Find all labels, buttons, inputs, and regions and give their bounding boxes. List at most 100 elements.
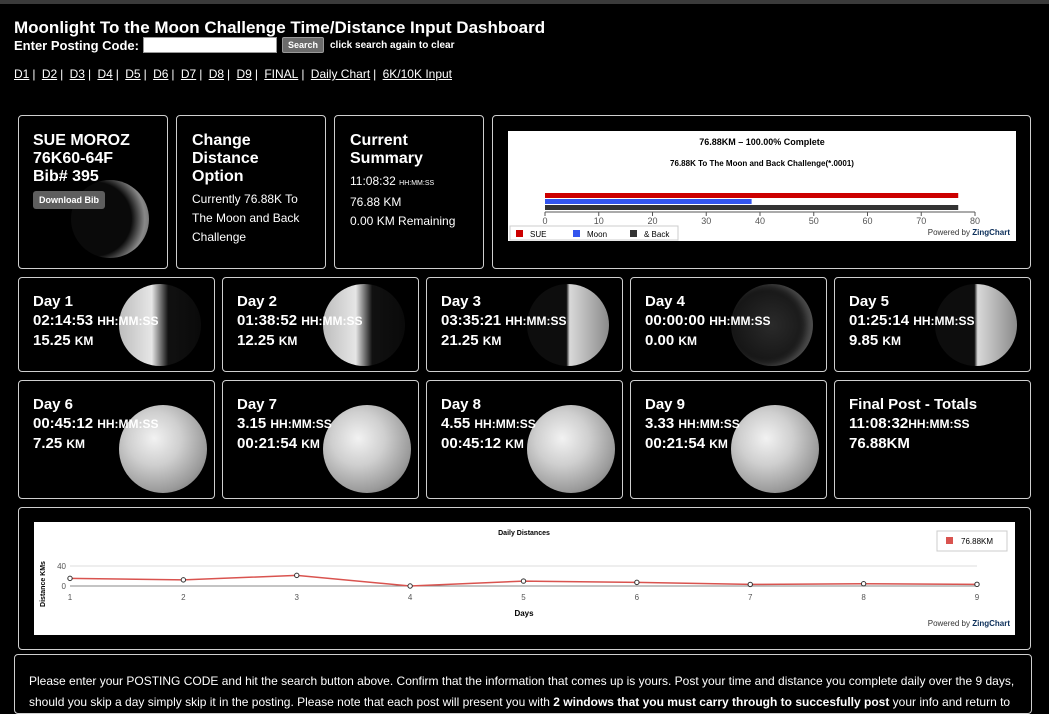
progress-tick-label: 30 (701, 216, 711, 226)
final-distance: 76.88KM (849, 435, 910, 452)
day-label: Day 9 (645, 396, 686, 413)
daily-data-point (747, 581, 753, 588)
day-unit-2: KM (882, 334, 902, 348)
nav-link-d6[interactable]: D6 (153, 67, 168, 81)
distance-option-panel[interactable]: Change Distance Option Currently 76.88K … (176, 115, 326, 269)
moon-phase-image (731, 405, 819, 493)
day-value-1: 00:00:00 (645, 312, 706, 329)
nav-link-d7[interactable]: D7 (181, 67, 196, 81)
daily-xtick-label: 1 (68, 593, 73, 602)
summary-distance: 76.88 KM (350, 195, 402, 209)
day-unit-2: KM (482, 334, 502, 348)
daily-legend-label: 76.88KM (961, 537, 993, 546)
day-value-1: 01:25:14 (849, 312, 910, 329)
progress-chart-subtitle: 76.88K To The Moon and Back Challenge(*.… (670, 159, 854, 168)
progress-legend-label: Moon (587, 230, 607, 239)
search-button[interactable]: Search (281, 37, 324, 53)
progress-tick-label: 0 (542, 216, 547, 226)
day-value-2: 00:21:54 (237, 435, 298, 452)
daily-legend-swatch (946, 537, 953, 544)
nav-link-final[interactable]: FINAL (264, 67, 298, 81)
top-bar (0, 0, 1049, 4)
progress-legend-swatch (573, 230, 580, 237)
download-bib-button[interactable]: Download Bib (33, 191, 105, 209)
day-unit-1: HH:MM:SS (97, 417, 159, 431)
day-unit-2: KM (709, 437, 728, 451)
day-value-1: 4.55 (441, 415, 471, 432)
search-hint: click search again to clear (329, 39, 455, 51)
summary-time-unit: HH:MM:SS (399, 180, 435, 187)
summary-remaining: 0.00 KM Remaining (350, 214, 456, 228)
progress-tick-label: 80 (970, 216, 980, 226)
day-label: Day 4 (645, 293, 686, 310)
day-value-2: 12.25 (237, 332, 275, 349)
daily-chart-ylabel: Distance KMs (40, 561, 47, 607)
progress-bar-chart: 76.88KM – 100.00% Complete 76.88K To The… (509, 137, 980, 241)
daily-data-point (974, 581, 980, 588)
nav-link-d8[interactable]: D8 (209, 67, 224, 81)
daily-data-point (520, 578, 527, 584)
day-label: Day 3 (441, 293, 482, 310)
day-value-2: 7.25 (33, 435, 63, 452)
daily-line-chart: Daily Distances Days Distance KMs 0 40 1 2 3… (40, 530, 1008, 618)
day-panel-8[interactable]: Day 8 4.55 HH:MM:SS 00:45:12 KM (426, 380, 623, 499)
day-unit-1: HH:MM:SS (474, 417, 536, 431)
nav-link-d2[interactable]: D2 (42, 67, 57, 81)
day-unit-1: HH:MM:SS (301, 314, 363, 328)
day-panel-2[interactable]: Day 2 01:38:52 HH:MM:SS 12.25 KM (222, 277, 419, 372)
day-unit-1: HH:MM:SS (270, 417, 332, 431)
day-panel-3[interactable]: Day 3 03:35:21 HH:MM:SS 21.25 KM (426, 277, 623, 372)
nav-link-d5[interactable]: D5 (125, 67, 140, 81)
daily-xtick-label: 7 (748, 593, 753, 602)
runner-code: 76K60-64F (33, 150, 114, 167)
posting-code-row: Enter Posting Code: Search click search … (14, 37, 455, 53)
day-label: Day 5 (849, 293, 890, 310)
day-panel-4[interactable]: Day 4 00:00:00 HH:MM:SS 0.00 KM (630, 277, 827, 372)
daily-ytick-label: 0 (62, 582, 67, 591)
day-panel-9[interactable]: Day 9 3.33 HH:MM:SS 00:21:54 KM (630, 380, 827, 499)
day-value-1: 00:45:12 (33, 415, 94, 432)
progress-chart-panel: 76.88KM – 100.00% Complete 76.88K To The… (492, 115, 1031, 269)
nav-link-d1[interactable]: D1 (14, 67, 29, 81)
summary-time: 11:08:32 (350, 174, 396, 188)
progress-tick-label: 60 (862, 216, 872, 226)
progress-bar-2 (545, 199, 752, 204)
day-panel-5[interactable]: Day 5 01:25:14 HH:MM:SS 9.85 KM (834, 277, 1031, 372)
daily-ytick-label: 40 (57, 562, 66, 571)
zingchart-link[interactable]: ZingChart (972, 228, 1010, 237)
daily-xtick-label: 6 (635, 593, 640, 602)
day-panel-1[interactable]: Day 1 02:14:53 HH:MM:SS 15.25 KM (18, 277, 215, 372)
nav-link-6k10k-input[interactable]: 6K/10K Input (383, 67, 452, 81)
day-value-2: 21.25 (441, 332, 479, 349)
progress-legend-label: SUE (530, 230, 546, 239)
progress-tick-label: 10 (594, 216, 604, 226)
day-panel-7[interactable]: Day 7 3.15 HH:MM:SS 00:21:54 KM (222, 380, 419, 499)
day-unit-2: KM (66, 437, 86, 451)
nav-link-d9[interactable]: D9 (237, 67, 252, 81)
daily-chart-panel: Daily Distances Days Distance KMs 0 40 1 2 3… (18, 507, 1031, 650)
day-unit-1: HH:MM:SS (709, 314, 771, 328)
profile-panel: SUE MOROZ 76K60-64F Bib# 395 Download Bi… (18, 115, 168, 269)
progress-legend-swatch (516, 230, 523, 237)
progress-tick-label: 70 (916, 216, 926, 226)
instructions-line-2a: should you skip a day simply skip it in … (29, 695, 554, 709)
progress-legend-label: & Back (644, 230, 670, 239)
final-time: 11:08:32 (849, 415, 909, 432)
daily-data-point (67, 575, 73, 582)
nav-link-d3[interactable]: D3 (70, 67, 85, 81)
instructions-line-2c: your info and return to (889, 695, 1011, 709)
progress-bar-1 (545, 193, 959, 198)
day-value-2: 0.00 (645, 332, 675, 349)
moon-phase-image (323, 405, 411, 493)
progress-legend-swatch (630, 230, 637, 237)
nav-link-d4[interactable]: D4 (97, 67, 112, 81)
daily-data-point (180, 577, 187, 583)
posting-code-input[interactable] (142, 37, 277, 53)
day-label: Day 7 (237, 396, 278, 413)
zingchart-link-2[interactable]: ZingChart (972, 619, 1010, 628)
daily-chart-title: Daily Distances (498, 530, 550, 537)
day-unit-1: HH:MM:SS (678, 417, 740, 431)
nav-link-daily-chart[interactable]: Daily Chart (311, 67, 370, 81)
day-unit-2: KM (301, 437, 320, 451)
day-panel-6[interactable]: Day 6 00:45:12 HH:MM:SS 7.25 KM (18, 380, 215, 499)
